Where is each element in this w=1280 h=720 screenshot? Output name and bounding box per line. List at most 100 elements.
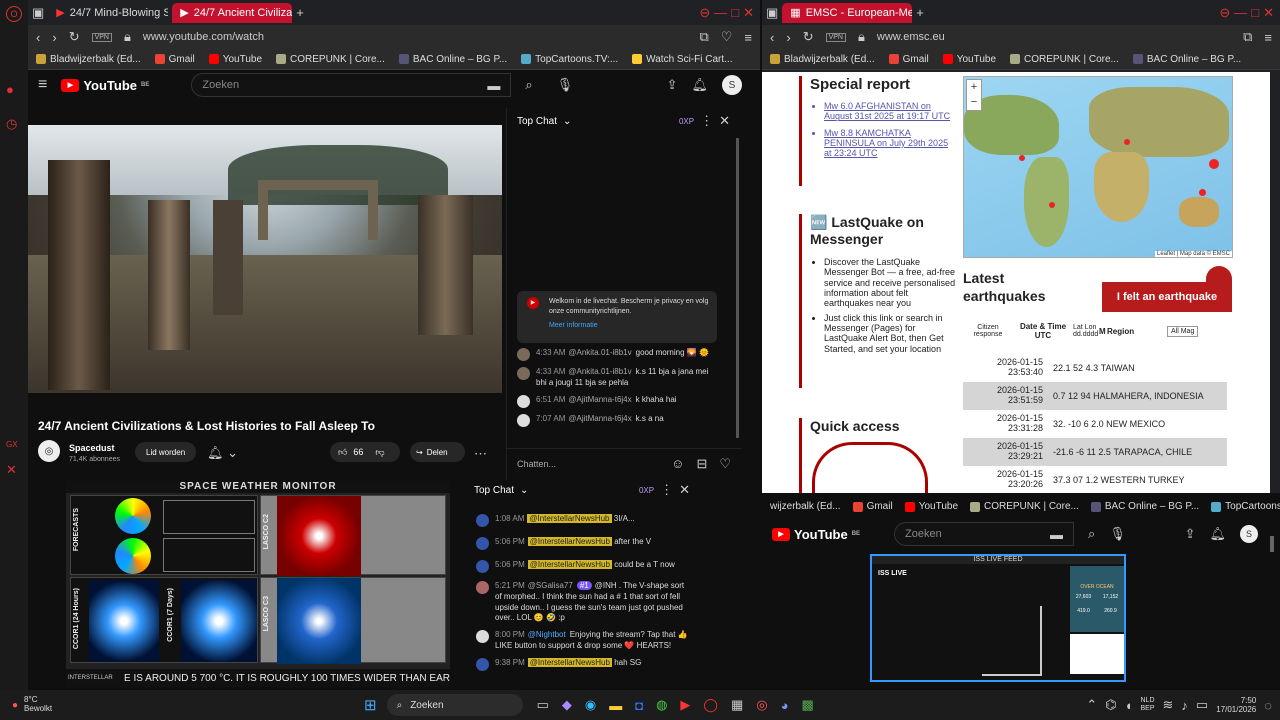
table-row[interactable]: 2026-01-15 23:53:40 22.1 52 4.3 TAIWAN: [963, 354, 1227, 382]
opera-icon[interactable]: O: [6, 6, 22, 22]
new-tab-icon[interactable]: +: [916, 5, 924, 20]
bookmark-folder[interactable]: Bladwijzerbalk (Ed...: [770, 54, 875, 65]
notification-icon[interactable]: ◌: [1264, 698, 1272, 713]
upload-icon[interactable]: ⇪: [1185, 526, 1196, 542]
weather-widget[interactable]: ● 8°C Bewolkt: [12, 695, 342, 714]
gx-icon[interactable]: GX: [6, 440, 18, 449]
wifi-icon[interactable]: ≋: [1163, 697, 1174, 713]
forward-icon[interactable]: ›: [786, 30, 790, 45]
xp-badge[interactable]: 0XP: [639, 486, 654, 495]
extensions-icon[interactable]: ⧉: [1243, 29, 1252, 45]
reload-icon[interactable]: ↻: [803, 29, 814, 45]
join-button[interactable]: Lid worden: [135, 442, 197, 462]
address-bar[interactable]: www.emsc.eu: [877, 31, 1231, 43]
page-scrollbar[interactable]: [1270, 72, 1280, 493]
minimize-icon[interactable]: —: [714, 5, 727, 20]
bookmark-scifi[interactable]: Watch Sci-Fi Cart...: [632, 54, 732, 65]
search-tabs-icon[interactable]: ⊖: [699, 5, 710, 21]
chrome-icon[interactable]: ◍: [656, 697, 667, 713]
chevron-up-icon[interactable]: ⌃: [1086, 697, 1097, 713]
emoji-icon[interactable]: ☺: [671, 456, 684, 471]
space-weather-monitor[interactable]: SPACE WEATHER MONITOR FORECASTS LASCO C2…: [66, 481, 450, 687]
youtube-logo[interactable]: ▶ YouTube BE: [772, 527, 860, 542]
bookmark-corepunk[interactable]: COREPUNK | Core...: [1010, 54, 1119, 65]
windows-start-icon[interactable]: ⊞: [364, 696, 377, 714]
bookmark-gmail[interactable]: Gmail: [852, 501, 893, 512]
notification-bell-icon[interactable]: 🔔︎ ⌄: [207, 445, 238, 461]
window-close-icon[interactable]: ✕: [1263, 5, 1274, 21]
chat-more-icon[interactable]: ⋮: [700, 113, 713, 129]
bookmark-topcartoons[interactable]: TopCartoons.TV:...: [1211, 501, 1280, 512]
xp-badge[interactable]: 0XP: [679, 117, 694, 126]
clock-icon[interactable]: ◷: [6, 116, 17, 132]
search-icon[interactable]: ⌕: [525, 77, 532, 93]
search-icon[interactable]: ⌕: [1088, 526, 1095, 542]
minimize-icon[interactable]: —: [1234, 5, 1247, 20]
vpn-badge[interactable]: VPN: [91, 32, 112, 42]
maximize-icon[interactable]: □: [1251, 5, 1259, 20]
bookmark-youtube[interactable]: YouTube: [208, 54, 262, 65]
report-link[interactable]: Mw 8.8 KAMCHATKA PENINSULA on July 29th …: [824, 128, 953, 159]
bookmark-gmail[interactable]: Gmail: [888, 54, 929, 65]
opera-gx-icon[interactable]: ◯: [703, 697, 718, 713]
hamburger-icon[interactable]: ≡: [38, 76, 47, 94]
app-icon[interactable]: ●: [6, 82, 14, 97]
bookmark-youtube[interactable]: YouTube: [904, 501, 958, 512]
chevron-down-icon[interactable]: ⌄: [563, 116, 571, 127]
table-row[interactable]: 2026-01-15 23:20:26 37.3 07 1.2 WESTERN TU…: [963, 466, 1227, 493]
menu-icon[interactable]: ≡: [1264, 30, 1272, 45]
back-icon[interactable]: ‹: [36, 30, 40, 45]
task-view-icon[interactable]: ▭: [537, 697, 549, 713]
discord-icon[interactable]: ◕: [781, 697, 789, 713]
back-icon[interactable]: ‹: [770, 30, 774, 45]
bookmark-youtube[interactable]: YouTube: [942, 54, 996, 65]
search-input[interactable]: Zoeken ▬: [191, 73, 512, 97]
iss-video-player[interactable]: ISS LIVE FEED ISS LIVE OVER OCEAN 27,603…: [870, 554, 1126, 682]
thumb-down-icon[interactable]: 👎︎: [375, 447, 384, 458]
chat-close-icon[interactable]: ✕: [679, 482, 690, 498]
bookmark-corepunk[interactable]: COREPUNK | Core...: [970, 501, 1079, 512]
chat-more-icon[interactable]: ⋮: [660, 482, 673, 498]
search-input[interactable]: Zoeken ▬: [894, 522, 1075, 546]
more-icon[interactable]: ⋯: [474, 446, 487, 462]
map-zoom-control[interactable]: + −: [966, 79, 982, 111]
chevron-down-icon[interactable]: ⌄: [520, 485, 528, 496]
teams-icon[interactable]: ◆: [562, 697, 572, 713]
felt-earthquake-button[interactable]: I felt an earthquake: [1102, 282, 1232, 312]
address-bar[interactable]: www.youtube.com/watch: [143, 31, 688, 43]
tab-emsc[interactable]: ▦EMSC - European-Mediter: [782, 2, 913, 23]
bookmark-bac[interactable]: BAC Online – BG P...: [1090, 501, 1199, 512]
explorer-icon[interactable]: ▬: [609, 697, 622, 713]
reload-icon[interactable]: ↻: [69, 29, 80, 45]
youtube-app-icon[interactable]: ▶: [680, 697, 690, 713]
table-row[interactable]: 2026-01-15 23:51:59 0.7 12 94 HALMAHERA, I…: [963, 382, 1227, 410]
like-button[interactable]: 👍︎ 66 👎︎: [330, 442, 400, 462]
volume-icon[interactable]: ◖: [1125, 698, 1133, 713]
taskbar-search[interactable]: ⌕ Zoeken: [386, 694, 523, 716]
top-chat-selector[interactable]: Top Chat: [474, 485, 514, 496]
avatar[interactable]: S: [1240, 525, 1258, 543]
bookmark-bac[interactable]: BAC Online – BG P...: [398, 54, 507, 65]
bell-icon[interactable]: 🔔︎: [1209, 526, 1226, 542]
channel-name[interactable]: Spacedust: [69, 443, 115, 453]
bell-icon[interactable]: 🔔︎: [691, 77, 708, 93]
mic-icon[interactable]: 🎙︎: [1109, 526, 1126, 542]
new-tab-icon[interactable]: +: [296, 5, 304, 20]
avatar[interactable]: S: [722, 75, 742, 95]
bookmark-folder[interactable]: Bladwijzerbalk (Ed...: [36, 54, 141, 65]
outlook-icon[interactable]: ◘: [635, 697, 643, 713]
chat-input[interactable]: Chatten...: [517, 459, 659, 469]
tab-ancient[interactable]: ▶24/7 Ancient Civilizatio: [172, 2, 293, 23]
calculator-icon[interactable]: ▦: [731, 697, 743, 713]
sidebar-toggle-icon[interactable]: ▣: [766, 5, 778, 21]
heart-react-icon[interactable]: ♡: [719, 456, 731, 472]
youtube-logo[interactable]: ▶ YouTube BE: [61, 78, 149, 93]
bookmark-bac[interactable]: BAC Online – BG P...: [1132, 54, 1241, 65]
edge-icon[interactable]: ◉: [585, 697, 596, 713]
extensions-icon[interactable]: ⧉: [699, 29, 708, 45]
table-row[interactable]: 2026-01-15 23:29:21 -21.6 -6 11 2.5 TARAPA…: [963, 438, 1227, 466]
table-row[interactable]: 2026-01-15 23:31:28 32. -10 6 2.0 NEW MEXI…: [963, 410, 1227, 438]
network-icon[interactable]: ⌬: [1105, 697, 1116, 713]
earthquake-map[interactable]: + − Leaflet | Map data © EMSC: [963, 76, 1233, 258]
close-icon[interactable]: ✕: [6, 462, 17, 478]
